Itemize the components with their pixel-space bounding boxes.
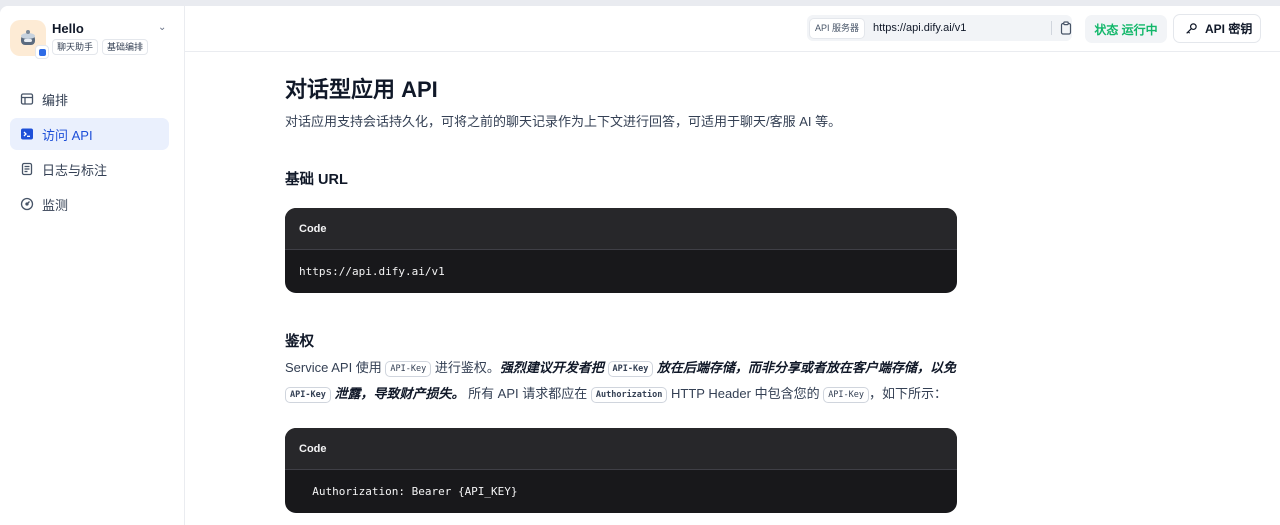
page-description: 对话应用支持会话持久化，可将之前的聊天记录作为上下文进行回答，可适用于聊天/客服… bbox=[285, 114, 842, 129]
sidebar-item-logs[interactable]: 日志与标注 bbox=[10, 153, 169, 185]
code-block-content[interactable]: Authorization: Bearer {API_KEY} bbox=[285, 470, 957, 513]
key-icon bbox=[1186, 23, 1197, 34]
inline-code: API-Key bbox=[385, 361, 432, 377]
api-key-button-label: API 密钥 bbox=[1205, 22, 1253, 36]
sidebar-item-label: 日志与标注 bbox=[42, 162, 108, 178]
top-bar: API 服务器 https://api.dify.ai/v1 状态 运行中 AP… bbox=[185, 6, 1280, 52]
robot-emoji-icon bbox=[21, 30, 35, 45]
text: 所有 API 请求都应在 bbox=[464, 386, 591, 401]
page-title: 对话型应用 API bbox=[285, 77, 438, 102]
app-name: Hello bbox=[52, 21, 84, 36]
inline-code: Authorization bbox=[590, 387, 668, 403]
inline-code: API-Key bbox=[607, 361, 654, 377]
text: Service API 使用 bbox=[285, 360, 386, 375]
sidebar-nav: 编排 访问 API 日志与标注 监测 bbox=[10, 83, 169, 223]
api-server-field[interactable]: API 服务器 https://api.dify.ai/v1 bbox=[807, 15, 1072, 41]
code-block-authorization: Code Authorization: Bearer {API_KEY} bbox=[285, 428, 957, 513]
status-value: 运行中 bbox=[1121, 22, 1158, 37]
clipboard-icon[interactable] bbox=[1059, 21, 1073, 35]
app-switcher[interactable]: Hello ⌄ 聊天助手 基础编排 bbox=[10, 19, 175, 59]
code-block-base-url: Code https://api.dify.ai/v1 bbox=[285, 208, 957, 293]
text: HTTP Header 中包含您的 bbox=[667, 386, 824, 401]
terminal-icon bbox=[20, 127, 34, 141]
auth-heading: 鉴权 bbox=[285, 334, 314, 350]
inline-code: API-Key bbox=[823, 387, 870, 403]
sidebar: Hello ⌄ 聊天助手 基础编排 编排 访问 API 日志与标注 监测 bbox=[0, 6, 185, 525]
gauge-icon bbox=[20, 197, 34, 211]
api-server-url[interactable]: https://api.dify.ai/v1 bbox=[873, 22, 966, 34]
layout-icon bbox=[20, 92, 34, 106]
app-type-badge-icon bbox=[35, 45, 49, 59]
code-block-header: Code bbox=[285, 208, 957, 250]
api-key-button[interactable]: API 密钥 bbox=[1173, 14, 1261, 43]
api-server-label: API 服务器 bbox=[809, 17, 866, 39]
app-tag: 基础编排 bbox=[102, 39, 149, 55]
emphasis-text: 强烈建议开发者把 bbox=[499, 360, 608, 375]
sidebar-item-label: 监测 bbox=[42, 197, 69, 213]
status-label: 状态 bbox=[1094, 22, 1119, 37]
app-window: Hello ⌄ 聊天助手 基础编排 编排 访问 API 日志与标注 监测 API… bbox=[0, 6, 1280, 525]
sidebar-item-orchestrate[interactable]: 编排 bbox=[10, 83, 169, 115]
auth-paragraph-line-2: API-Key 泄露，导致财产损失。 所有 API 请求都应在 Authoriz… bbox=[285, 381, 947, 408]
file-list-icon bbox=[20, 162, 34, 176]
code-block-header: Code bbox=[285, 428, 957, 470]
sidebar-item-api-access[interactable]: 访问 API bbox=[10, 118, 169, 150]
app-avatar bbox=[10, 20, 49, 59]
text: 进行鉴权。 bbox=[431, 360, 500, 375]
text: ，如下所示： bbox=[869, 386, 948, 401]
sidebar-item-monitor[interactable]: 监测 bbox=[10, 188, 169, 220]
code-block-content[interactable]: https://api.dify.ai/v1 bbox=[285, 250, 957, 293]
chevron-down-icon[interactable]: ⌄ bbox=[158, 22, 166, 33]
inline-code: API-Key bbox=[285, 387, 331, 403]
emphasis-text: 放在后端存储，而非分享或者放在客户端存储，以免 bbox=[653, 360, 956, 375]
base-url-heading: 基础 URL bbox=[285, 172, 348, 188]
sidebar-item-label: 编排 bbox=[42, 92, 69, 108]
auth-paragraph-line-1: Service API 使用 API-Key 进行鉴权。强烈建议开发者把 API… bbox=[285, 355, 956, 382]
emphasis-text: 泄露，导致财产损失。 bbox=[330, 386, 465, 401]
divider bbox=[1051, 21, 1052, 35]
app-tags: 聊天助手 基础编排 bbox=[52, 39, 149, 55]
app-tag: 聊天助手 bbox=[52, 39, 99, 55]
sidebar-item-label: 访问 API bbox=[42, 127, 93, 143]
status-badge: 状态 运行中 bbox=[1085, 15, 1167, 43]
